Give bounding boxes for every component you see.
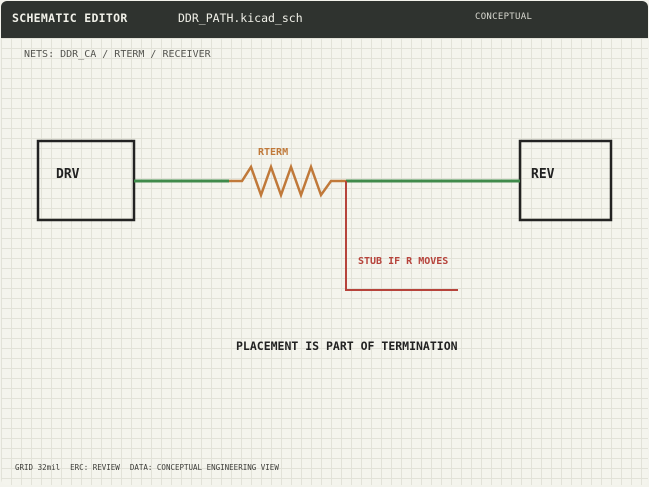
resistor-symbol[interactable]	[229, 163, 346, 199]
receiver-label: REV	[531, 167, 555, 182]
schematic-canvas[interactable]: DRV REV RTERM STUB IF R MOVES PLACEMENT …	[1, 1, 648, 485]
resistor-label: RTERM	[258, 147, 288, 158]
stub-label: STUB IF R MOVES	[358, 256, 448, 267]
driver-component[interactable]: DRV	[36, 139, 136, 222]
receiver-component[interactable]: REV	[518, 139, 613, 222]
stub-wire[interactable]	[345, 181, 458, 291]
driver-label: DRV	[56, 167, 80, 182]
grid-status: GRID 32mil	[15, 463, 61, 472]
editor-window: SCHEMATIC EDITOR DDR_PATH.kicad_sch CONC…	[1, 1, 648, 485]
placement-caption: PLACEMENT IS PART OF TERMINATION	[236, 339, 458, 353]
driver-body[interactable]	[36, 139, 136, 222]
rterm-resistor[interactable]: RTERM	[229, 147, 346, 199]
status-bar: GRID 32mil ERC: REVIEW DATA: CONCEPTUAL …	[15, 463, 279, 472]
erc-status: ERC: REVIEW	[70, 463, 120, 472]
data-status: DATA: CONCEPTUAL ENGINEERING VIEW	[129, 463, 279, 472]
